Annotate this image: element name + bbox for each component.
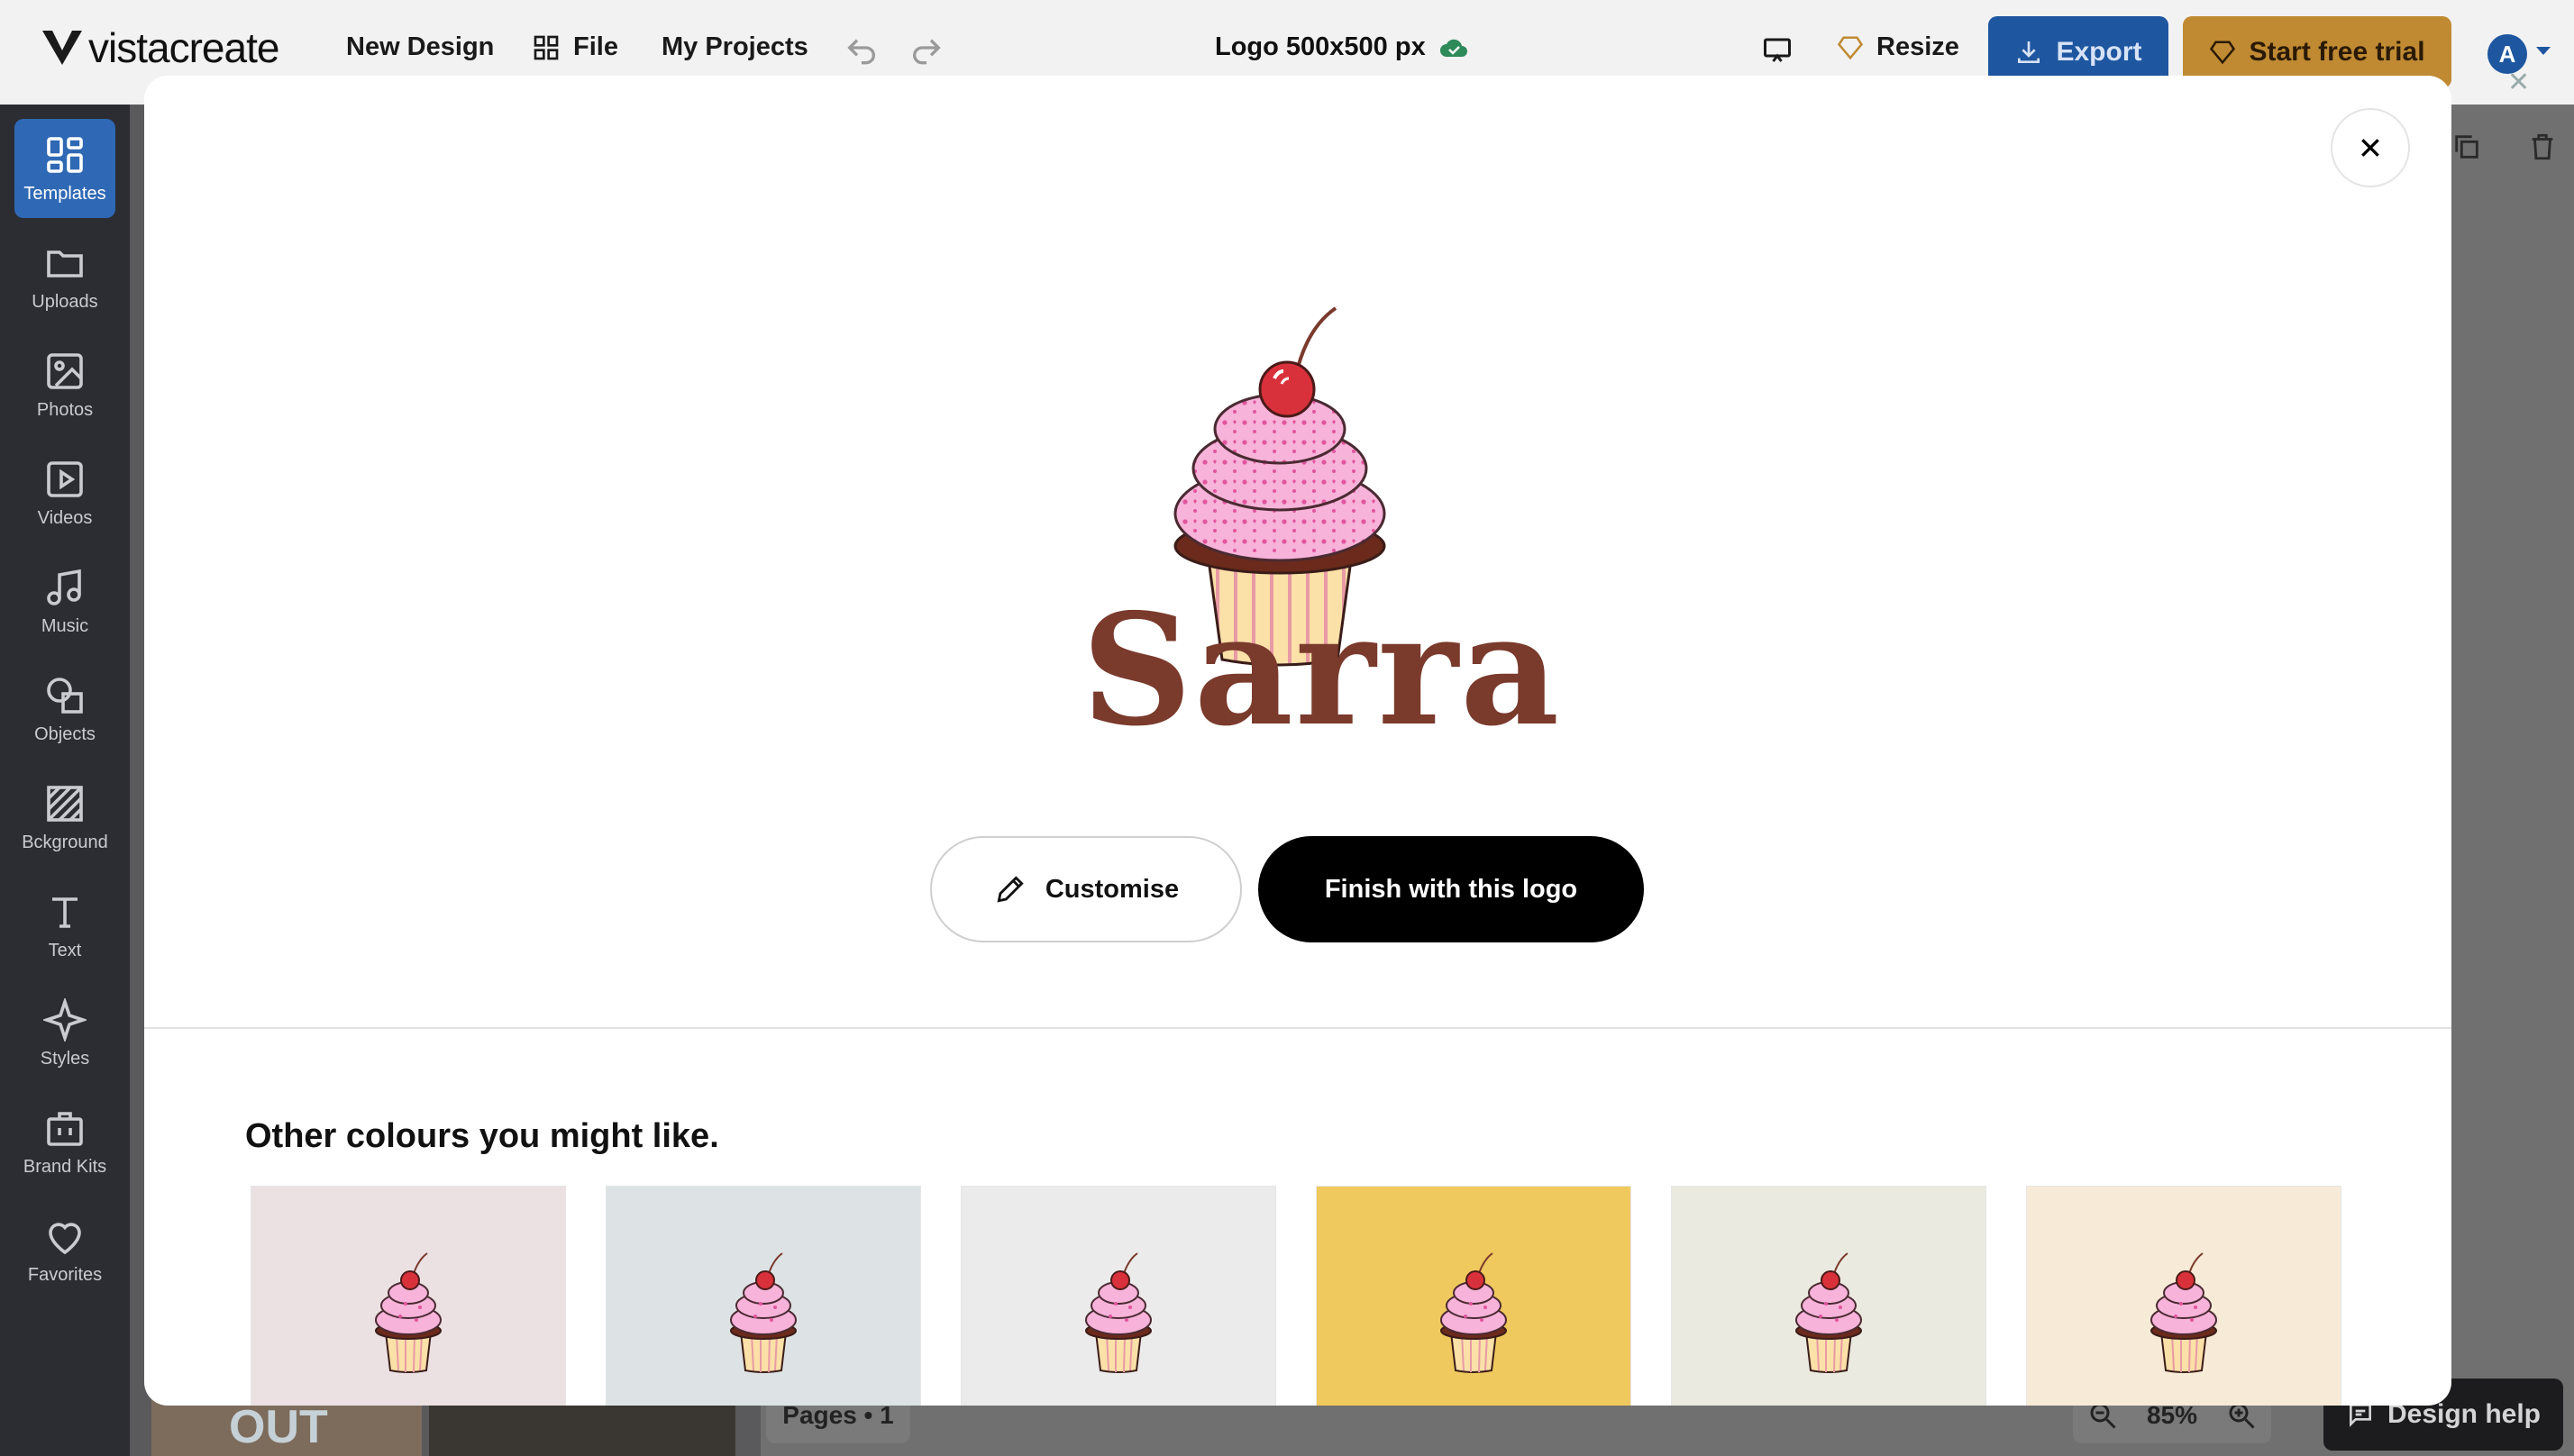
my-projects-label: My Projects <box>662 32 808 61</box>
export-label: Export <box>2056 37 2142 67</box>
start-free-trial-label: Start free trial <box>2249 37 2425 67</box>
photo-icon <box>47 352 83 389</box>
finish-label: Finish with this logo <box>1324 874 1578 904</box>
cupcake-logo-thumbnail <box>730 1252 797 1373</box>
document-title-label: Logo 500x500 px <box>1215 32 1426 61</box>
sidebar-item-label: Brand Kits <box>23 1156 107 1177</box>
colour-variant-card[interactable] <box>1671 1186 1986 1406</box>
cupcake-logo-thumbnail <box>1795 1252 1862 1373</box>
sidebar-item-label: Music <box>41 615 89 636</box>
file-label: File <box>573 32 618 61</box>
text-icon <box>52 896 78 928</box>
sidebar-item-label: Videos <box>37 507 93 528</box>
cupcake-logo-thumbnail <box>1085 1252 1152 1373</box>
modal-close-button[interactable] <box>2331 108 2410 187</box>
cupcake-logo-thumbnail <box>2150 1252 2217 1373</box>
canvas-toolbar <box>2451 132 2558 162</box>
templates-icon <box>47 136 83 173</box>
resize-label: Resize <box>1876 32 1959 61</box>
new-design-label: New Design <box>346 32 495 61</box>
document-title[interactable]: Logo 500x500 px <box>1215 32 1469 62</box>
cloud-saved-icon <box>1439 39 1467 57</box>
sidebar-item-music[interactable]: Music <box>14 551 115 651</box>
sidebar-item-label: Objects <box>34 723 96 744</box>
sidebar-item-favorites[interactable]: Favorites <box>14 1200 115 1299</box>
sidebar-item-photos[interactable]: Photos <box>14 335 115 434</box>
brand-wordmark: vistacreate <box>88 24 279 71</box>
grid-icon <box>534 35 559 59</box>
colour-variant-card[interactable] <box>251 1186 566 1406</box>
sidebar-item-objects[interactable]: Objects <box>14 660 115 759</box>
diamond-icon <box>2210 41 2236 65</box>
close-icon <box>2361 139 2379 157</box>
colour-variant-card[interactable] <box>1316 1186 1631 1406</box>
logo-preview-modal: Sarra Customise Finish with this logo Ot… <box>144 76 2451 1406</box>
finish-with-logo-button[interactable]: Finish with this logo <box>1258 836 1644 942</box>
chevron-down-icon[interactable] <box>2534 45 2552 58</box>
sidebar-item-label: Styles <box>40 1048 90 1069</box>
music-icon <box>47 569 81 605</box>
customise-button[interactable]: Customise <box>930 836 1242 942</box>
background-pattern-icon <box>47 785 83 822</box>
cupcake-logo-thumbnail <box>375 1252 442 1373</box>
vistacreate-logo-icon <box>42 31 82 65</box>
close-icon[interactable]: ✕ <box>2507 67 2530 98</box>
left-sidebar: Templates Uploads Photos Videos Music Ob… <box>0 105 130 1456</box>
heart-icon <box>49 1222 81 1254</box>
file-menu-button[interactable]: File <box>532 32 618 62</box>
vistacreate-logo[interactable]: vistacreate <box>40 23 279 72</box>
sidebar-item-text[interactable]: Text <box>14 876 115 975</box>
template-thumbnail[interactable] <box>429 1398 735 1456</box>
my-projects-button[interactable]: My Projects <box>662 32 808 62</box>
new-design-button[interactable]: New Design <box>346 32 494 62</box>
video-icon <box>47 460 83 497</box>
sidebar-item-label: Photos <box>36 399 94 420</box>
sidebar-item-uploads[interactable]: Uploads <box>14 227 115 326</box>
undo-icon[interactable] <box>844 34 880 70</box>
sidebar-item-label: Text <box>48 940 82 960</box>
download-icon <box>2018 41 2040 63</box>
sidebar-item-background[interactable]: Bckground <box>14 768 115 867</box>
sidebar-item-templates[interactable]: Templates <box>14 119 115 218</box>
sidebar-item-videos[interactable]: Videos <box>14 443 115 542</box>
cupcake-logo-thumbnail <box>1440 1252 1507 1373</box>
briefcase-icon <box>47 1111 83 1146</box>
divider <box>144 1027 2451 1029</box>
diamond-icon <box>1837 36 1864 59</box>
colour-variant-card[interactable] <box>606 1186 921 1406</box>
sidebar-item-label: Templates <box>23 183 106 204</box>
resize-button[interactable]: Resize <box>1837 32 1959 62</box>
sparkle-icon <box>43 997 87 1042</box>
present-icon[interactable] <box>1761 34 1794 67</box>
redo-icon[interactable] <box>908 34 945 70</box>
sidebar-item-label: Favorites <box>27 1264 103 1285</box>
template-thumbnail[interactable]: OUT <box>151 1398 422 1456</box>
sidebar-item-brand-kits[interactable]: Brand Kits <box>14 1092 115 1191</box>
colour-variants-list <box>251 1186 2341 1406</box>
customise-label: Customise <box>1045 874 1180 904</box>
folder-icon <box>47 250 83 278</box>
colour-variant-card[interactable] <box>961 1186 1276 1406</box>
section-title: Other colours you might like. <box>245 1117 719 1155</box>
logo-brand-name: Sarra <box>1082 580 1562 760</box>
pencil-icon <box>997 876 1024 903</box>
sidebar-item-styles[interactable]: Styles <box>14 984 115 1083</box>
sidebar-item-label: Bckground <box>22 832 108 852</box>
colour-variant-card[interactable] <box>2026 1186 2341 1406</box>
objects-icon <box>47 677 83 714</box>
trash-icon[interactable] <box>2527 132 2558 162</box>
duplicate-icon[interactable] <box>2451 132 2482 162</box>
sidebar-item-label: Uploads <box>32 291 98 312</box>
